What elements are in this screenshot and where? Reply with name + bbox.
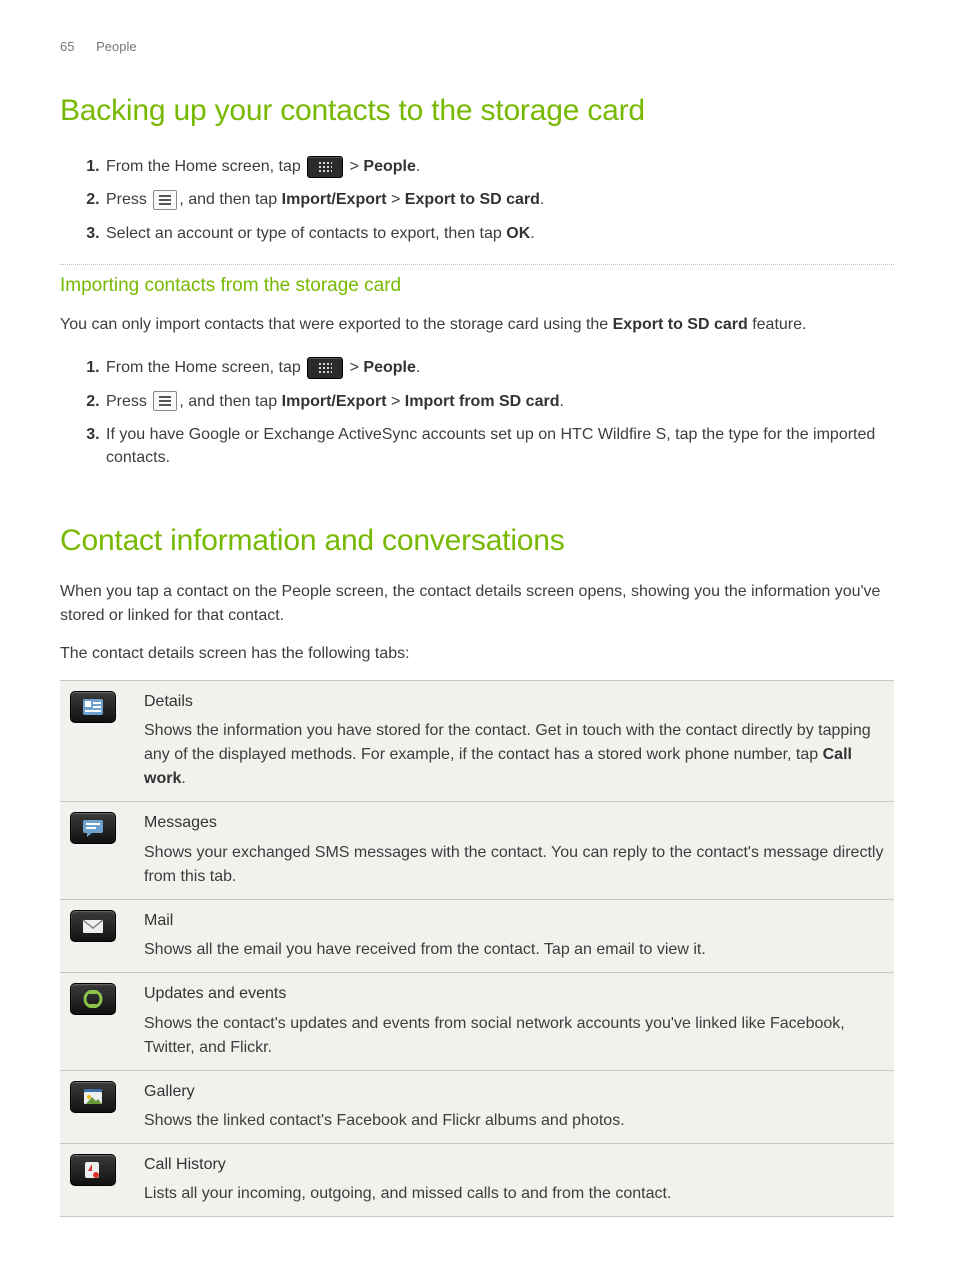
heading-contact-info: Contact information and conversations [60, 520, 894, 562]
tab-title: Call History [144, 1154, 884, 1176]
heading-import: Importing contacts from the storage card [60, 264, 894, 304]
tab-icon-cell [60, 1070, 134, 1143]
tab-icon-cell [60, 681, 134, 802]
tab-description: Lists all your incoming, outgoing, and m… [144, 1182, 884, 1206]
tab-title: Mail [144, 910, 884, 932]
table-row: Gallery Shows the linked contact's Facebo… [60, 1070, 894, 1143]
tab-title: Updates and events [144, 983, 884, 1005]
mail-icon [70, 910, 116, 942]
tab-description: Shows your exchanged SMS messages with t… [144, 841, 884, 889]
table-row: Call History Lists all your incoming, out… [60, 1144, 894, 1217]
backup-steps-list: From the Home screen, tap > People. Pres… [60, 150, 894, 250]
callhistory-icon [70, 1154, 116, 1186]
list-item: From the Home screen, tap > People. [104, 150, 894, 183]
page-header: 65 People [60, 38, 894, 56]
tabs-table: Details Shows the information you have st… [60, 680, 894, 1217]
tab-title: Gallery [144, 1081, 884, 1103]
menu-icon [153, 391, 177, 411]
tab-text-cell: Updates and events Shows the contact's up… [134, 973, 894, 1070]
contact-paragraph-2: The contact details screen has the follo… [60, 642, 894, 666]
table-row: Details Shows the information you have st… [60, 681, 894, 802]
tab-description: Shows the information you have stored fo… [144, 719, 884, 791]
tab-description: Shows the contact's updates and events f… [144, 1012, 884, 1060]
tab-title: Details [144, 691, 884, 713]
messages-icon [70, 812, 116, 844]
details-icon [70, 691, 116, 723]
menu-icon [153, 190, 177, 210]
apps-grid-icon [307, 357, 343, 379]
tab-text-cell: Mail Shows all the email you have receive… [134, 899, 894, 972]
list-item: Press , and then tap Import/Export > Imp… [104, 385, 894, 418]
tab-icon-cell [60, 802, 134, 899]
tab-description: Shows the linked contact's Facebook and … [144, 1109, 884, 1133]
tab-text-cell: Gallery Shows the linked contact's Facebo… [134, 1070, 894, 1143]
gallery-icon [70, 1081, 116, 1113]
section-name: People [96, 39, 136, 54]
import-intro: You can only import contacts that were e… [60, 313, 894, 337]
table-row: Messages Shows your exchanged SMS message… [60, 802, 894, 899]
list-item: From the Home screen, tap > People. [104, 351, 894, 384]
list-item: Press , and then tap Import/Export > Exp… [104, 183, 894, 216]
contact-paragraph-1: When you tap a contact on the People scr… [60, 580, 894, 628]
list-item: Select an account or type of contacts to… [104, 217, 894, 250]
tab-title: Messages [144, 812, 884, 834]
page-number: 65 [60, 39, 74, 54]
table-row: Mail Shows all the email you have receive… [60, 899, 894, 972]
tab-text-cell: Messages Shows your exchanged SMS message… [134, 802, 894, 899]
list-item: If you have Google or Exchange ActiveSyn… [104, 418, 894, 474]
table-row: Updates and events Shows the contact's up… [60, 973, 894, 1070]
tab-icon-cell [60, 1144, 134, 1217]
tab-text-cell: Call History Lists all your incoming, out… [134, 1144, 894, 1217]
tab-icon-cell [60, 973, 134, 1070]
import-steps-list: From the Home screen, tap > People. Pres… [60, 351, 894, 474]
apps-grid-icon [307, 156, 343, 178]
tab-icon-cell [60, 899, 134, 972]
tab-text-cell: Details Shows the information you have st… [134, 681, 894, 802]
heading-backup: Backing up your contacts to the storage … [60, 90, 894, 132]
tab-description: Shows all the email you have received fr… [144, 938, 884, 962]
updates-icon [70, 983, 116, 1015]
